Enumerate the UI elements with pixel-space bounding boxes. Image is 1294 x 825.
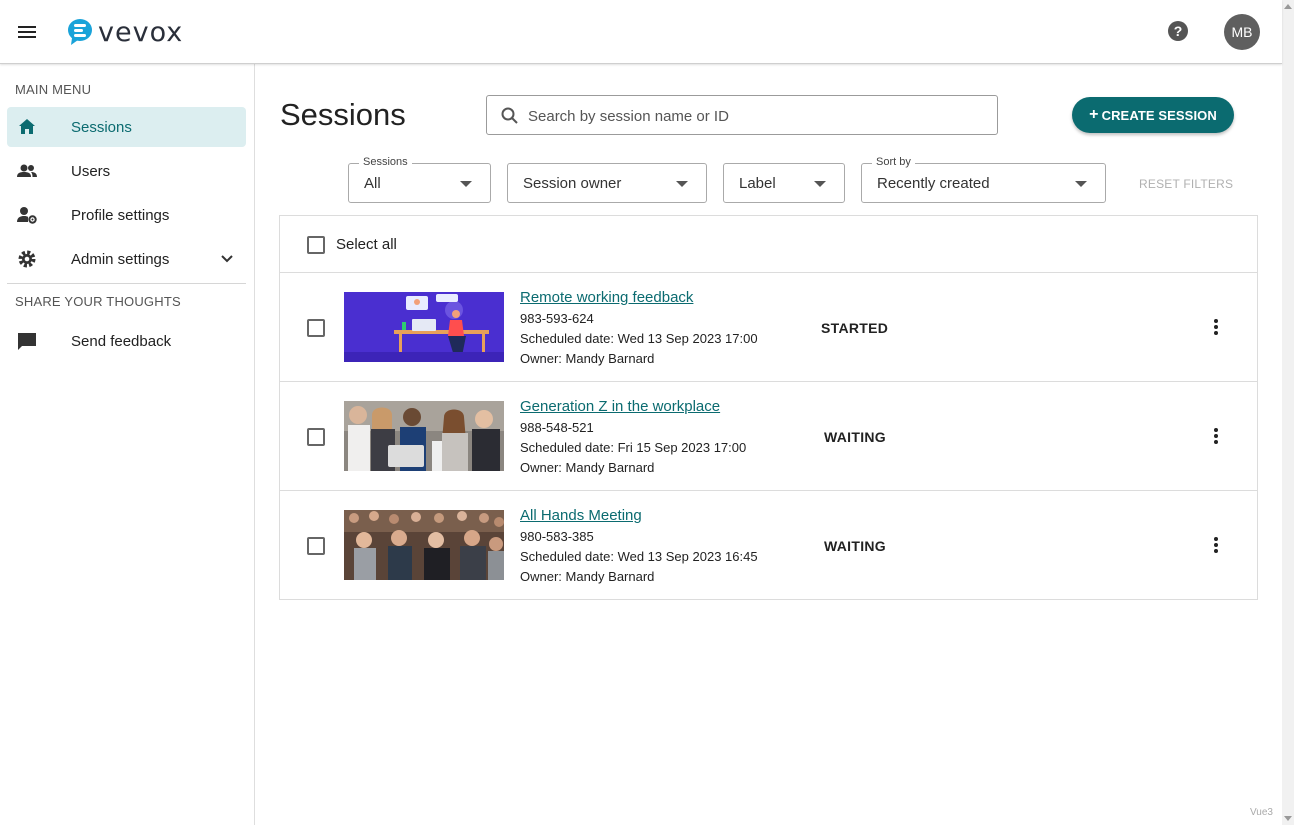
- dropdown-arrow-icon: [460, 181, 472, 187]
- create-session-button[interactable]: + CREATE SESSION: [1072, 97, 1234, 133]
- vevox-logo-icon: [68, 19, 92, 45]
- more-options-icon[interactable]: [1206, 535, 1226, 555]
- filter-label: Sessions: [359, 156, 412, 168]
- sessions-list: Select all Remote working feedback 983-5…: [279, 215, 1258, 600]
- sidebar-item-admin-settings[interactable]: Admin settings: [7, 239, 246, 279]
- svg-text:?: ?: [1174, 23, 1183, 39]
- dropdown-arrow-icon: [814, 181, 826, 187]
- vevox-logo[interactable]: vevox: [67, 16, 184, 48]
- chevron-down-icon[interactable]: [218, 250, 236, 268]
- session-title-link[interactable]: Generation Z in the workplace: [520, 398, 720, 415]
- main-menu-heading: MAIN MENU: [15, 82, 92, 97]
- search-input[interactable]: [528, 104, 978, 128]
- session-scheduled-date: Scheduled date: Wed 13 Sep 2023 17:00: [520, 331, 758, 346]
- select-all-row: Select all: [280, 216, 1257, 273]
- filter-label: Sort by: [872, 156, 915, 168]
- more-options-icon[interactable]: [1206, 426, 1226, 446]
- filter-value: Recently created: [877, 175, 990, 192]
- home-icon: [16, 116, 38, 138]
- dropdown-arrow-icon: [676, 181, 688, 187]
- label-filter-select[interactable]: Label: [723, 163, 845, 203]
- filter-value: All: [364, 175, 381, 192]
- session-thumbnail[interactable]: [344, 401, 504, 471]
- session-status: WAITING: [824, 429, 886, 445]
- dropdown-arrow-icon: [1075, 181, 1087, 187]
- session-owner: Owner: Mandy Barnard: [520, 569, 655, 584]
- session-id: 980-583-385: [520, 529, 594, 544]
- sidebar-item-sessions[interactable]: Sessions: [7, 107, 246, 147]
- session-title-link[interactable]: All Hands Meeting: [520, 507, 642, 524]
- sidebar: MAIN MENU Sessions Users Profile setting…: [0, 64, 255, 825]
- sidebar-item-label: Profile settings: [71, 206, 170, 224]
- scroll-down-arrow-icon[interactable]: [1284, 816, 1292, 821]
- session-scheduled-date: Scheduled date: Wed 13 Sep 2023 16:45: [520, 549, 758, 564]
- hamburger-menu-icon[interactable]: [12, 17, 42, 47]
- session-row: Remote working feedback 983-593-624 Sche…: [280, 273, 1257, 382]
- sidebar-item-label: Send feedback: [71, 332, 172, 350]
- session-id: 983-593-624: [520, 311, 594, 326]
- session-title-link[interactable]: Remote working feedback: [520, 289, 693, 306]
- sort-by-select[interactable]: Sort by Recently created: [861, 156, 1106, 203]
- profile-settings-icon: [16, 204, 38, 226]
- session-row: Generation Z in the workplace 988-548-52…: [280, 382, 1257, 491]
- filter-value: Label: [739, 175, 776, 192]
- session-checkbox[interactable]: [307, 319, 325, 337]
- session-thumbnail[interactable]: [344, 292, 504, 362]
- create-session-label: CREATE SESSION: [1101, 107, 1217, 123]
- sidebar-item-label: Admin settings: [71, 250, 170, 268]
- top-bar: vevox ? MB: [0, 0, 1282, 64]
- session-checkbox[interactable]: [307, 537, 325, 555]
- select-all-checkbox[interactable]: [307, 236, 325, 254]
- session-thumbnail[interactable]: [344, 510, 504, 580]
- page-scrollbar[interactable]: [1282, 0, 1294, 825]
- gear-icon: [16, 248, 38, 270]
- scroll-up-arrow-icon[interactable]: [1284, 4, 1292, 9]
- share-thoughts-heading: SHARE YOUR THOUGHTS: [15, 294, 181, 309]
- help-icon[interactable]: ?: [1165, 18, 1191, 44]
- session-status: STARTED: [821, 320, 889, 336]
- reset-filters-button[interactable]: RESET FILTERS: [1139, 177, 1233, 191]
- session-scheduled-date: Scheduled date: Fri 15 Sep 2023 17:00: [520, 440, 747, 455]
- select-all-label: Select all: [336, 236, 397, 253]
- sidebar-item-profile-settings[interactable]: Profile settings: [7, 195, 246, 235]
- sidebar-item-send-feedback[interactable]: Send feedback: [7, 321, 246, 361]
- filter-value: Session owner: [523, 175, 622, 192]
- search-icon: [500, 106, 520, 126]
- search-box[interactable]: [486, 95, 998, 135]
- session-checkbox[interactable]: [307, 428, 325, 446]
- session-id: 988-548-521: [520, 420, 594, 435]
- sidebar-divider: [7, 283, 246, 284]
- sidebar-item-users[interactable]: Users: [7, 151, 246, 191]
- users-icon: [16, 160, 38, 182]
- user-avatar[interactable]: MB: [1224, 14, 1260, 50]
- more-options-icon[interactable]: [1206, 317, 1226, 337]
- session-owner-filter-select[interactable]: Session owner: [507, 163, 707, 203]
- session-status: WAITING: [824, 538, 886, 554]
- session-owner: Owner: Mandy Barnard: [520, 351, 655, 366]
- version-label: Vue3: [1250, 807, 1273, 818]
- session-owner: Owner: Mandy Barnard: [520, 460, 655, 475]
- page-title: Sessions: [280, 97, 406, 132]
- sidebar-item-label: Users: [71, 162, 111, 180]
- feedback-icon: [16, 330, 38, 352]
- logo-text: vevox: [98, 16, 184, 48]
- sessions-filter-select[interactable]: Sessions All: [348, 156, 491, 203]
- sidebar-item-label: Sessions: [71, 118, 132, 136]
- session-row: All Hands Meeting 980-583-385 Scheduled …: [280, 491, 1257, 600]
- plus-icon: +: [1089, 106, 1099, 123]
